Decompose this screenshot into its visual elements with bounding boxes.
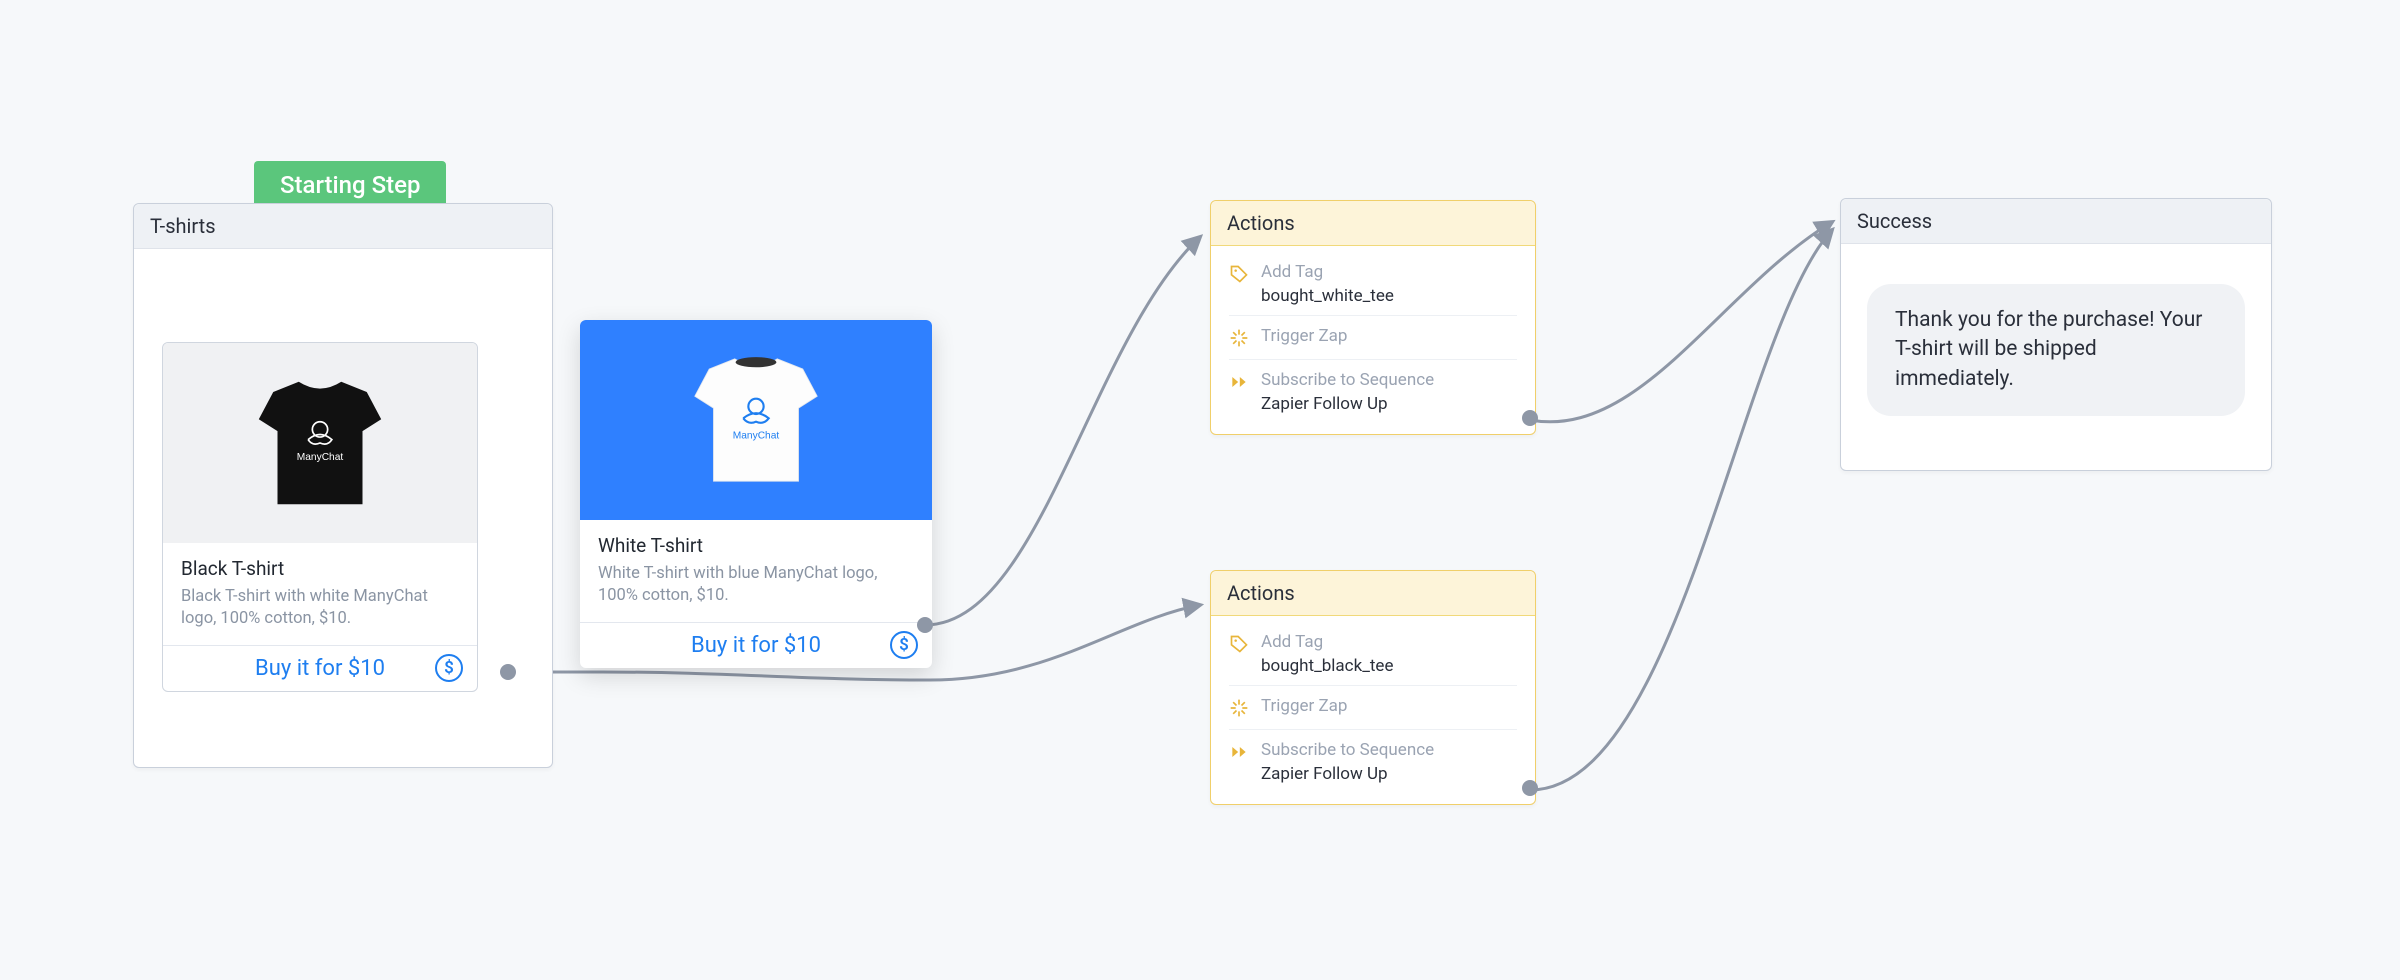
product-title: Black T-shirt [181,557,459,580]
action-add-tag[interactable]: Add Tag bought_white_tee [1211,252,1535,316]
node-success[interactable]: Success Thank you for the purchase! Your… [1840,198,2272,471]
node-title: Actions [1211,571,1535,616]
buy-button-white[interactable]: Buy it for $10 $ [580,622,932,668]
starting-step-label: Starting Step [280,171,420,199]
sequence-icon [1229,742,1249,762]
node-actions-bottom[interactable]: Actions Add Tag bought_black_tee Trigger… [1210,570,1536,805]
action-add-tag[interactable]: Add Tag bought_black_tee [1211,622,1535,686]
tshirt-white-icon: ManyChat [671,335,841,505]
output-port-actions-bottom[interactable] [1522,780,1538,796]
tag-icon [1229,634,1249,654]
svg-text:ManyChat: ManyChat [297,452,344,463]
product-description: White T-shirt with blue ManyChat logo, 1… [598,563,914,608]
product-description: Black T-shirt with white ManyChat logo, … [181,586,459,631]
node-actions-top[interactable]: Actions Add Tag bought_white_tee Trigger… [1210,200,1536,435]
product-image-black: ManyChat [163,343,477,543]
action-value: bought_black_tee [1261,656,1517,676]
buy-label: Buy it for $10 [691,633,821,658]
action-trigger-zap[interactable]: Trigger Zap [1211,316,1535,360]
buy-label: Buy it for $10 [255,656,385,681]
output-port-actions-top[interactable] [1522,410,1538,426]
product-image-white: ManyChat [580,320,932,520]
svg-text:ManyChat: ManyChat [733,431,780,442]
zap-icon [1229,698,1249,718]
action-value: Zapier Follow Up [1261,394,1517,414]
product-card-white[interactable]: ManyChat White T-shirt White T-shirt wit… [580,320,932,668]
buy-button-black[interactable]: Buy it for $10 $ [163,645,477,691]
action-value: Zapier Follow Up [1261,764,1517,784]
tag-icon [1229,264,1249,284]
action-label: Subscribe to Sequence [1261,740,1517,760]
output-port-white[interactable] [917,617,933,633]
dollar-icon: $ [890,631,918,659]
starting-step-badge: Starting Step [254,161,446,209]
action-label: Subscribe to Sequence [1261,370,1517,390]
action-value: bought_white_tee [1261,286,1517,306]
sequence-icon [1229,372,1249,392]
action-label: Add Tag [1261,632,1517,652]
product-title: White T-shirt [598,534,914,557]
action-label: Trigger Zap [1261,696,1517,716]
action-trigger-zap[interactable]: Trigger Zap [1211,686,1535,730]
node-title: Success [1841,199,2271,244]
node-title: Actions [1211,201,1535,246]
output-port-black[interactable] [500,664,516,680]
action-subscribe-sequence[interactable]: Subscribe to Sequence Zapier Follow Up [1211,360,1535,424]
success-message: Thank you for the purchase! Your T-shirt… [1867,284,2245,416]
tshirt-black-icon: ManyChat [235,358,405,528]
action-subscribe-sequence[interactable]: Subscribe to Sequence Zapier Follow Up [1211,730,1535,794]
zap-icon [1229,328,1249,348]
dollar-icon: $ [435,654,463,682]
action-label: Add Tag [1261,262,1517,282]
product-card-black[interactable]: ManyChat Black T-shirt Black T-shirt wit… [162,342,478,692]
node-title: T-shirts [134,204,552,249]
action-label: Trigger Zap [1261,326,1517,346]
